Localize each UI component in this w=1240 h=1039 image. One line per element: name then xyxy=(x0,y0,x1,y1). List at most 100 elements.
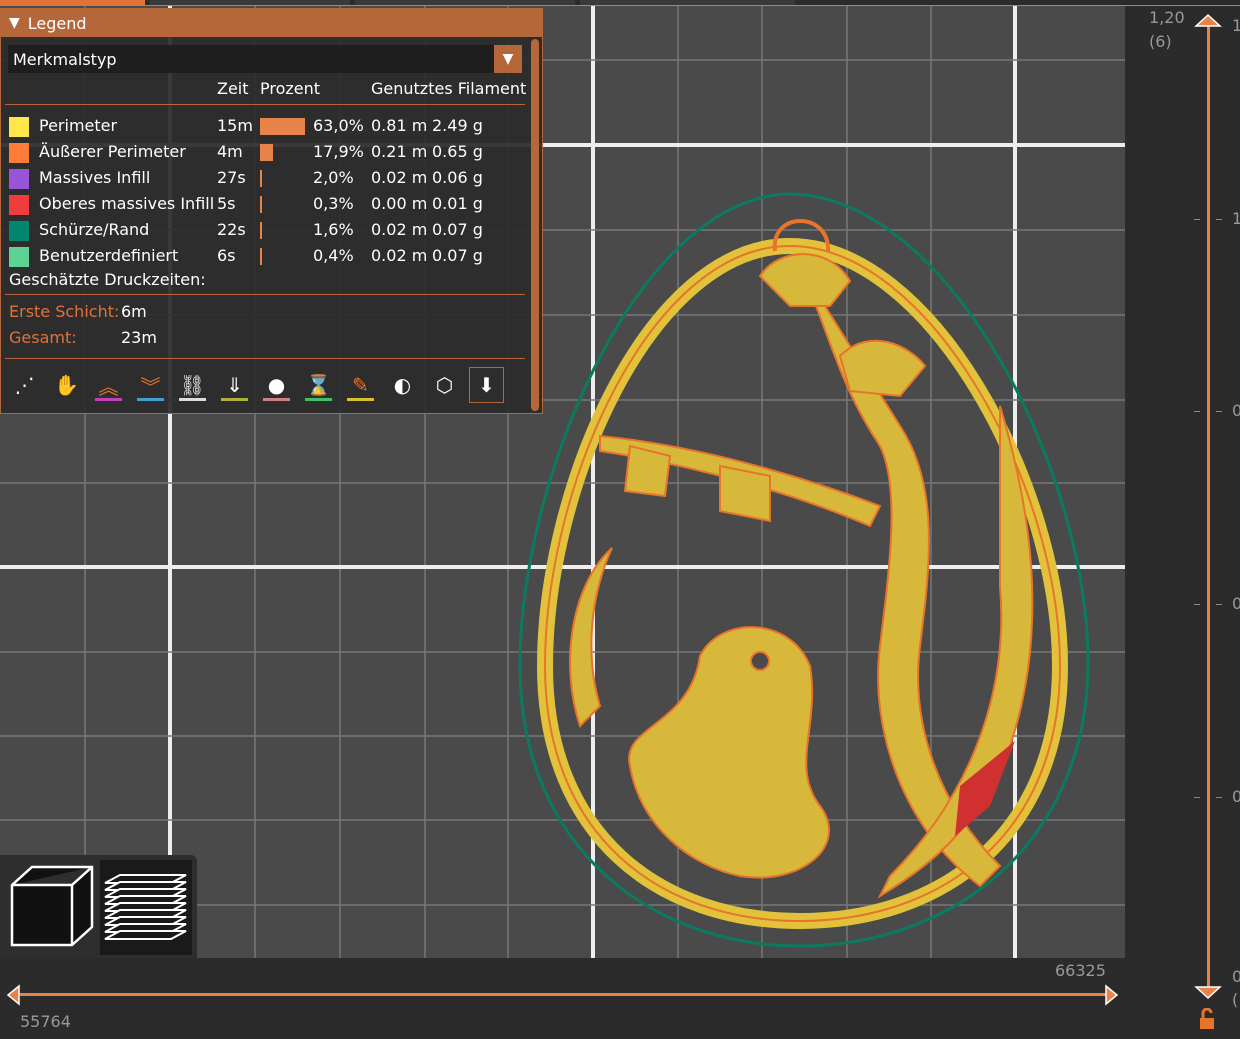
color-swatch xyxy=(9,117,29,137)
pause-prints-icon[interactable]: ⌛ xyxy=(301,367,336,403)
shells-icon[interactable]: ⬡ xyxy=(427,367,462,403)
feature-percent: 17,9% xyxy=(313,142,364,161)
chick xyxy=(628,626,830,879)
tick xyxy=(1216,411,1222,412)
color-swatch xyxy=(9,169,29,189)
feature-time: 4m xyxy=(217,142,243,161)
horizontal-move-slider[interactable] xyxy=(14,993,1114,996)
percent-bar xyxy=(260,118,305,135)
custom-gcodes-icon[interactable]: ✎ xyxy=(343,367,378,403)
color-swatch xyxy=(9,221,29,241)
chevron-down-icon[interactable]: ▼ xyxy=(494,45,522,73)
chick-eye xyxy=(750,651,770,671)
travel-icon[interactable]: ⋰ xyxy=(7,367,42,403)
feature-weight: 0.06 g xyxy=(432,168,483,187)
feature-length: 0.00 m xyxy=(371,194,428,213)
feature-name: Äußerer Perimeter xyxy=(39,142,186,161)
upper-thumb[interactable] xyxy=(1194,12,1222,28)
feature-percent: 0,3% xyxy=(313,194,354,213)
feature-name: Benutzerdefiniert xyxy=(39,246,179,265)
print-object xyxy=(518,192,1090,948)
legend-row[interactable]: Schürze/Rand 22s 1,6% 0.02 m 0.07 g xyxy=(1,218,526,244)
layer-tick-label: 1 xyxy=(1232,209,1240,228)
flower-left xyxy=(623,444,672,498)
percent-bar xyxy=(260,144,273,161)
feature-time: 6s xyxy=(217,246,236,265)
top-layer-number: (6) xyxy=(1149,32,1172,51)
vertical-layer-slider[interactable] xyxy=(1207,22,1210,992)
divider xyxy=(5,104,525,105)
tick xyxy=(1194,604,1200,605)
feature-length: 0.02 m xyxy=(371,220,428,239)
flower-branch xyxy=(719,464,771,523)
flower-mid xyxy=(838,339,927,398)
layers-icon xyxy=(104,874,187,940)
tool-marker-icon[interactable]: ⬇ xyxy=(469,367,504,403)
total-label: Gesamt: xyxy=(9,328,77,347)
wipe-icon[interactable]: ✋ xyxy=(49,367,84,403)
leaf-left xyxy=(569,547,613,728)
legend-title: Legend xyxy=(27,13,87,33)
feature-percent: 0,4% xyxy=(313,246,354,265)
tick xyxy=(1216,219,1222,220)
divider xyxy=(5,294,525,295)
legend-row[interactable]: Äußerer Perimeter 4m 17,9% 0.21 m 0.65 g xyxy=(1,140,526,166)
deretractions-icon[interactable]: ︾ xyxy=(133,367,168,403)
3d-view-button[interactable] xyxy=(10,865,94,947)
first-layer-label: Erste Schicht: xyxy=(9,302,120,321)
first-layer-value: 6m xyxy=(121,302,147,321)
retractions-icon[interactable]: ︽ xyxy=(91,367,126,403)
layer-tick-label: 0 xyxy=(1232,967,1240,986)
feature-weight: 2.49 g xyxy=(432,116,483,135)
legend-header[interactable]: ▼ Legend xyxy=(1,9,542,37)
layer-tick-label: 0 xyxy=(1232,401,1240,420)
lower-move-value: 55764 xyxy=(20,1012,71,1031)
legend-scrollbar[interactable] xyxy=(531,39,539,411)
left-thumb[interactable] xyxy=(5,984,21,1006)
feature-name: Schürze/Rand xyxy=(39,220,150,239)
center-of-gravity-icon[interactable]: ◐ xyxy=(385,367,420,403)
percent-bar xyxy=(260,248,262,265)
cube-icon xyxy=(10,865,94,947)
tick xyxy=(1194,411,1200,412)
layer-tick-label: (1 xyxy=(1232,990,1240,1009)
right-thumb[interactable] xyxy=(1104,984,1120,1006)
collapse-triangle-icon[interactable]: ▼ xyxy=(9,15,20,31)
estimated-times-label: Geschätzte Druckzeiten: xyxy=(9,270,206,289)
seams-icon[interactable]: ⛓ xyxy=(175,367,210,403)
legend-row[interactable]: Benutzerdefiniert 6s 0,4% 0.02 m 0.07 g xyxy=(1,244,526,270)
feature-percent: 2,0% xyxy=(313,168,354,187)
percent-bar xyxy=(260,222,262,239)
tick xyxy=(1194,219,1200,220)
color-swatch xyxy=(9,143,29,163)
feature-weight: 0.65 g xyxy=(432,142,483,161)
legend-row[interactable]: Perimeter 15m 63,0% 0.81 m 2.49 g xyxy=(1,114,526,140)
feature-percent: 63,0% xyxy=(313,116,364,135)
tick xyxy=(1216,604,1222,605)
legend-row[interactable]: Oberes massives Infill 5s 0,3% 0.00 m 0.… xyxy=(1,192,526,218)
col-header-time: Zeit xyxy=(217,79,249,98)
color-changes-icon[interactable]: ● xyxy=(259,367,294,403)
view-type-dropdown[interactable]: Merkmalstyp ▼ xyxy=(8,45,522,73)
color-swatch xyxy=(9,247,29,267)
view-type-value: Merkmalstyp xyxy=(13,49,117,69)
feature-weight: 0.07 g xyxy=(432,246,483,265)
color-swatch xyxy=(9,195,29,215)
feature-name: Perimeter xyxy=(39,116,118,135)
percent-bar xyxy=(260,170,262,187)
feature-time: 5s xyxy=(217,194,236,213)
percent-bar xyxy=(260,196,262,213)
feature-time: 15m xyxy=(217,116,253,135)
view-mode-buttons xyxy=(0,855,197,958)
feature-name: Massives Infill xyxy=(39,168,151,187)
legend-options-toolbar: ⋰ ✋ ︽ ︾ ⛓ ⇓ ● ⌛ ✎ ◐ ⬡ ⬇ xyxy=(7,367,504,403)
divider xyxy=(5,358,525,359)
feature-weight: 0.01 g xyxy=(432,194,483,213)
lower-thumb[interactable] xyxy=(1194,985,1222,1001)
tool-changes-icon[interactable]: ⇓ xyxy=(217,367,252,403)
layer-tick-label: 0 xyxy=(1232,787,1240,806)
unlock-icon[interactable] xyxy=(1197,1008,1217,1030)
legend-row[interactable]: Massives Infill 27s 2,0% 0.02 m 0.06 g xyxy=(1,166,526,192)
col-header-filament: Genutztes Filament xyxy=(371,79,527,98)
top-layer-height: 1,20 xyxy=(1149,8,1185,27)
